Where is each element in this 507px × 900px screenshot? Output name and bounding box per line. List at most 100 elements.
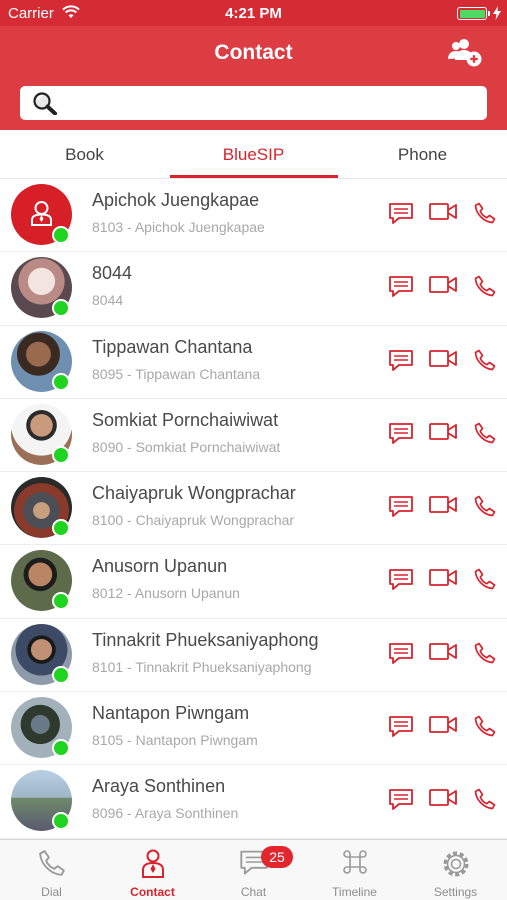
- contact-name: 8044: [92, 263, 133, 284]
- online-status-dot: [52, 226, 70, 244]
- unread-badge: 25: [261, 846, 293, 868]
- tab-contact[interactable]: Contact: [102, 840, 203, 900]
- message-button[interactable]: [388, 787, 414, 816]
- phone-icon: [474, 715, 496, 737]
- contact-list[interactable]: Apichok Juengkapae 8103 - Apichok Juengk…: [0, 179, 507, 839]
- battery-level: [459, 9, 485, 18]
- video-camera-icon: [429, 349, 457, 367]
- contact-extension: 8103 - Apichok Juengkapae: [92, 219, 265, 235]
- command-icon: [341, 848, 369, 881]
- phone-icon: [474, 642, 496, 664]
- contact-name: Anusorn Upanun: [92, 556, 228, 577]
- voice-call-button[interactable]: [473, 274, 497, 303]
- contact-extension: 8096 - Araya Sonthinen: [92, 805, 239, 822]
- avatar: [11, 623, 72, 685]
- video-call-button[interactable]: [428, 274, 458, 301]
- tab-timeline[interactable]: Timeline: [304, 840, 405, 900]
- voice-call-button[interactable]: [473, 567, 497, 596]
- tab-bluesip[interactable]: BlueSIP: [169, 130, 338, 179]
- search-icon: [32, 91, 58, 120]
- page-title: Contact: [214, 41, 293, 64]
- tab-dial[interactable]: Dial: [1, 840, 102, 900]
- contact-extension: 8012 - Anusorn Upanun: [92, 585, 240, 602]
- tab-dial-label: Dial: [41, 885, 62, 899]
- message-icon: [389, 642, 413, 664]
- voice-call-button[interactable]: [473, 348, 497, 377]
- video-call-button[interactable]: [428, 421, 458, 448]
- phone-icon: [37, 848, 67, 883]
- avatar: [11, 257, 72, 319]
- message-button[interactable]: [388, 714, 414, 743]
- online-status-dot: [52, 812, 70, 831]
- tab-book[interactable]: Book: [0, 130, 169, 179]
- avatar: [11, 697, 72, 759]
- tab-chat[interactable]: 25 Chat: [203, 840, 304, 900]
- contact-name: Somkiat Pornchaiwiwat: [92, 409, 279, 430]
- phone-icon: [474, 789, 496, 810]
- contact-row[interactable]: Anusorn Upanun 8012 - Anusorn Upanun: [0, 545, 507, 619]
- charging-icon: [493, 6, 501, 24]
- contact-row[interactable]: Tippawan Chantana 8095 - Tippawan Chanta…: [0, 326, 507, 399]
- battery-icon: [457, 7, 490, 20]
- contact-row[interactable]: Somkiat Pornchaiwiwat 8090 - Somkiat Por…: [0, 399, 507, 473]
- tab-contact-label: Contact: [130, 885, 175, 899]
- message-button[interactable]: [388, 567, 414, 596]
- video-call-button[interactable]: [428, 714, 458, 741]
- contact-row[interactable]: Apichok Juengkapae 8103 - Apichok Juengk…: [0, 179, 507, 253]
- contact-row[interactable]: Tinnakrit Phueksaniyaphong 8101 - Tinnak…: [0, 619, 507, 693]
- contact-extension: 8105 - Nantapon Piwngam: [92, 732, 258, 749]
- message-button[interactable]: [388, 421, 414, 450]
- video-call-button[interactable]: [428, 787, 458, 814]
- contact-row[interactable]: Nantapon Piwngam 8105 - Nantapon Piwngam: [0, 692, 507, 766]
- message-button[interactable]: [388, 201, 414, 230]
- avatar: [11, 477, 72, 539]
- message-button[interactable]: [388, 494, 414, 523]
- video-camera-icon: [429, 276, 457, 294]
- message-button[interactable]: [388, 348, 414, 377]
- voice-call-button[interactable]: [473, 714, 497, 743]
- video-call-button[interactable]: [428, 201, 458, 228]
- add-contact-button[interactable]: [447, 38, 483, 68]
- gear-icon: [440, 848, 472, 885]
- tab-phone[interactable]: Phone: [338, 130, 507, 179]
- contact-extension: 8101 - Tinnakrit Phueksaniyaphong: [92, 658, 312, 675]
- avatar: [11, 550, 72, 612]
- tab-settings[interactable]: Settings: [405, 840, 506, 900]
- video-call-button[interactable]: [428, 567, 458, 594]
- phone-icon: [474, 422, 496, 444]
- voice-call-button[interactable]: [473, 641, 497, 670]
- contact-extension: 8100 - Chaiyapruk Wongprachar: [92, 512, 295, 529]
- avatar: [11, 330, 72, 392]
- video-call-button[interactable]: [428, 348, 458, 375]
- message-icon: [389, 349, 413, 371]
- contact-row[interactable]: Araya Sonthinen 8096 - Araya Sonthinen: [0, 765, 507, 839]
- voice-call-button[interactable]: [473, 421, 497, 450]
- tab-timeline-label: Timeline: [332, 885, 377, 899]
- add-user-icon: [448, 39, 482, 67]
- phone-icon: [474, 569, 496, 590]
- active-tab-indicator: [170, 175, 338, 178]
- contact-row[interactable]: Chaiyapruk Wongprachar 8100 - Chaiyapruk…: [0, 472, 507, 546]
- video-camera-icon: [429, 422, 457, 440]
- contact-row[interactable]: 8044 8044: [0, 252, 507, 326]
- tab-settings-label: Settings: [433, 885, 478, 899]
- phone-icon: [474, 349, 496, 370]
- avatar: [11, 770, 72, 832]
- online-status-dot: [52, 519, 70, 538]
- video-call-button[interactable]: [428, 641, 458, 668]
- voice-call-button[interactable]: [473, 201, 497, 230]
- voice-call-button[interactable]: [473, 494, 497, 523]
- message-button[interactable]: [388, 274, 414, 303]
- video-camera-icon: [429, 789, 457, 807]
- video-call-button[interactable]: [428, 494, 458, 521]
- message-icon: [389, 203, 413, 224]
- voice-call-button[interactable]: [473, 787, 497, 816]
- message-button[interactable]: [388, 641, 414, 670]
- contact-name: Chaiyapruk Wongprachar: [92, 483, 296, 504]
- clock: 4:21 PM: [225, 5, 282, 22]
- online-status-dot: [52, 665, 70, 684]
- phone-icon: [474, 275, 496, 297]
- search-input[interactable]: [64, 86, 474, 120]
- online-status-dot: [52, 445, 70, 464]
- contact-source-tabs: Book BlueSIP Phone: [0, 130, 507, 179]
